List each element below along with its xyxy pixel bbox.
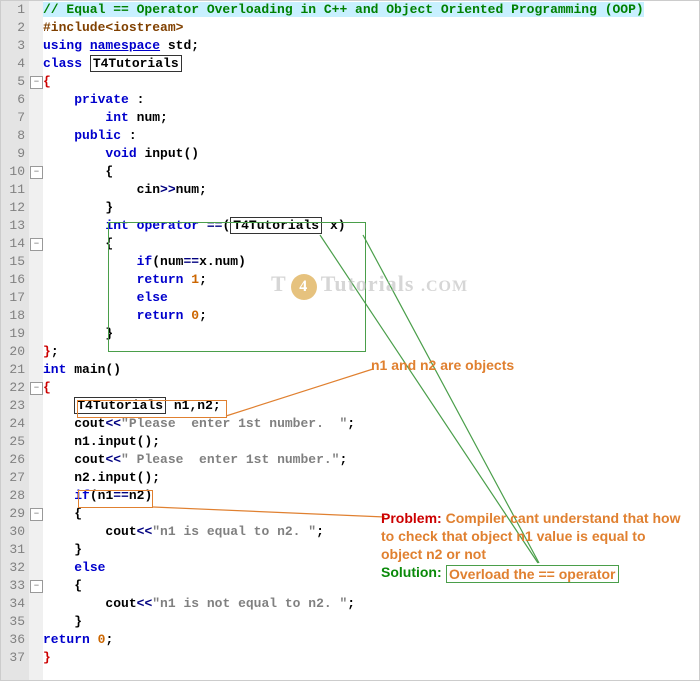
- solution-text: Overload the == operator: [446, 565, 619, 583]
- line-number: 17: [1, 289, 29, 307]
- annotation-objects: n1 and n2 are objects: [371, 357, 514, 373]
- line-number: 18: [1, 307, 29, 325]
- line-number-gutter: 1234567891011121314151617181920212223242…: [1, 1, 29, 680]
- line-number: 16: [1, 271, 29, 289]
- fold-toggle-icon[interactable]: −: [30, 76, 43, 89]
- line-number: 19: [1, 325, 29, 343]
- line-number: 22: [1, 379, 29, 397]
- solution-label: Solution:: [381, 564, 442, 580]
- line-number: 21: [1, 361, 29, 379]
- code-line: // Equal == Operator Overloading in C++ …: [43, 1, 699, 19]
- fold-gutter: − − − − − −: [29, 1, 43, 680]
- fold-toggle-icon[interactable]: −: [30, 166, 43, 179]
- code-line: return 0;: [43, 631, 699, 649]
- line-number: 5: [1, 73, 29, 91]
- line-number: 28: [1, 487, 29, 505]
- code-line: }: [43, 613, 699, 631]
- problem-label: Problem:: [381, 510, 442, 526]
- line-number: 32: [1, 559, 29, 577]
- line-number: 31: [1, 541, 29, 559]
- line-number: 9: [1, 145, 29, 163]
- highlight-object-declaration: [77, 400, 227, 418]
- line-number: 4: [1, 55, 29, 73]
- line-number: 7: [1, 109, 29, 127]
- line-number: 1: [1, 1, 29, 19]
- line-number: 30: [1, 523, 29, 541]
- line-number: 12: [1, 199, 29, 217]
- code-line: private :: [43, 91, 699, 109]
- fold-toggle-icon[interactable]: −: [30, 238, 43, 251]
- code-line: class T4Tutorials: [43, 55, 699, 73]
- code-line: {: [43, 379, 699, 397]
- annotation-problem: Problem: Compiler cant understand that h…: [381, 509, 681, 563]
- fold-toggle-icon[interactable]: −: [30, 382, 43, 395]
- code-line: {: [43, 163, 699, 181]
- code-line: }: [43, 649, 699, 667]
- code-line: #include<iostream>: [43, 19, 699, 37]
- line-number: 8: [1, 127, 29, 145]
- line-number: 11: [1, 181, 29, 199]
- highlight-operator-overload: [108, 222, 366, 352]
- code-line: using namespace std;: [43, 37, 699, 55]
- line-number: 2: [1, 19, 29, 37]
- line-number: 35: [1, 613, 29, 631]
- line-number: 25: [1, 433, 29, 451]
- line-number: 20: [1, 343, 29, 361]
- fold-toggle-icon[interactable]: −: [30, 508, 43, 521]
- line-number: 33: [1, 577, 29, 595]
- fold-toggle-icon[interactable]: −: [30, 580, 43, 593]
- line-number: 6: [1, 91, 29, 109]
- code-line: public :: [43, 127, 699, 145]
- code-line: {: [43, 73, 699, 91]
- line-number: 24: [1, 415, 29, 433]
- code-line: cout<<"n1 is not equal to n2. ";: [43, 595, 699, 613]
- line-number: 13: [1, 217, 29, 235]
- code-line: void input(): [43, 145, 699, 163]
- line-number: 29: [1, 505, 29, 523]
- line-number: 37: [1, 649, 29, 667]
- line-number: 3: [1, 37, 29, 55]
- code-line: n2.input();: [43, 469, 699, 487]
- line-number: 23: [1, 397, 29, 415]
- editor-viewport: 1234567891011121314151617181920212223242…: [0, 0, 700, 681]
- line-number: 34: [1, 595, 29, 613]
- annotation-solution: Solution:: [381, 564, 442, 580]
- line-number: 14: [1, 235, 29, 253]
- line-number: 27: [1, 469, 29, 487]
- highlight-if-condition: [78, 490, 153, 508]
- code-line: n1.input();: [43, 433, 699, 451]
- line-number: 10: [1, 163, 29, 181]
- line-number: 26: [1, 451, 29, 469]
- code-line: cout<<" Please enter 1st number.";: [43, 451, 699, 469]
- line-number: 36: [1, 631, 29, 649]
- line-number: 15: [1, 253, 29, 271]
- code-line: cin>>num;: [43, 181, 699, 199]
- code-line: int num;: [43, 109, 699, 127]
- code-line: }: [43, 199, 699, 217]
